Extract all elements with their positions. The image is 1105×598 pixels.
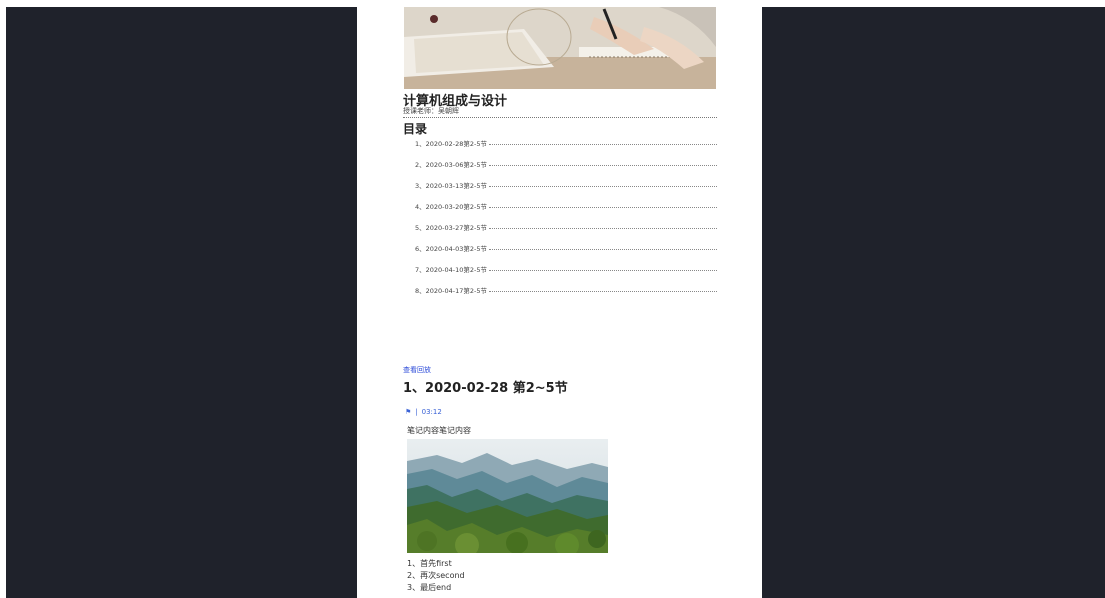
teacher-name: 授课老师：吴朝辉	[403, 107, 459, 115]
toc-item-label: 1、2020-02-28第2-5节	[415, 140, 488, 148]
toc-item[interactable]: 5、2020-03-27第2-5节	[415, 222, 717, 243]
toc-leader	[489, 165, 717, 166]
toc-item[interactable]: 1、2020-02-28第2-5节	[415, 138, 717, 159]
toc-leader	[489, 207, 717, 208]
toc-leader	[489, 186, 717, 187]
divider	[403, 117, 717, 118]
mountain-photo	[407, 439, 608, 553]
note-text: 笔记内容笔记内容	[407, 426, 471, 435]
section-title: 1、2020-02-28 第2~5节	[403, 381, 568, 396]
toc-item[interactable]: 2、2020-03-06第2-5节	[415, 159, 717, 180]
toc-leader	[489, 144, 717, 145]
timestamp-value: 03:12	[421, 408, 442, 416]
toc-item[interactable]: 7、2020-04-10第2-5节	[415, 264, 717, 285]
toc-item-label: 3、2020-03-13第2-5节	[415, 182, 488, 190]
toc-item-label: 4、2020-03-20第2-5节	[415, 203, 488, 211]
toc-leader	[489, 228, 717, 229]
toc-leader	[489, 291, 717, 292]
steps-list: 1、首先first 2、再次second 3、最后end	[407, 558, 465, 594]
step-item: 1、首先first	[407, 559, 452, 568]
toc-item-label: 7、2020-04-10第2-5节	[415, 266, 488, 274]
toc-item[interactable]: 4、2020-03-20第2-5节	[415, 201, 717, 222]
toc-item[interactable]: 8、2020-04-17第2-5节	[415, 285, 717, 306]
toc-title: 目录	[403, 122, 428, 136]
toc-item[interactable]: 3、2020-03-13第2-5节	[415, 180, 717, 201]
toc-item[interactable]: 6、2020-04-03第2-5节	[415, 243, 717, 264]
toc-list: 1、2020-02-28第2-5节 2、2020-03-06第2-5节 3、20…	[415, 138, 717, 306]
course-banner-image	[404, 7, 716, 89]
flag-icon: ⚑	[405, 408, 412, 416]
step-item: 2、再次second	[407, 571, 465, 580]
toc-leader	[489, 249, 717, 250]
toc-item-label: 8、2020-04-17第2-5节	[415, 287, 488, 295]
timestamp-divider: |	[415, 408, 418, 416]
timestamp-marker[interactable]: ⚑ | 03:12	[405, 408, 442, 416]
step-item: 3、最后end	[407, 583, 452, 592]
replay-link[interactable]: 查看回放	[403, 365, 431, 375]
toc-item-label: 6、2020-04-03第2-5节	[415, 245, 488, 253]
document-page: 计算机组成与设计 授课老师：吴朝辉 目录 1、2020-02-28第2-5节 2…	[357, 7, 762, 598]
toc-item-label: 2、2020-03-06第2-5节	[415, 161, 488, 169]
toc-leader	[489, 270, 717, 271]
toc-item-label: 5、2020-03-27第2-5节	[415, 224, 488, 232]
